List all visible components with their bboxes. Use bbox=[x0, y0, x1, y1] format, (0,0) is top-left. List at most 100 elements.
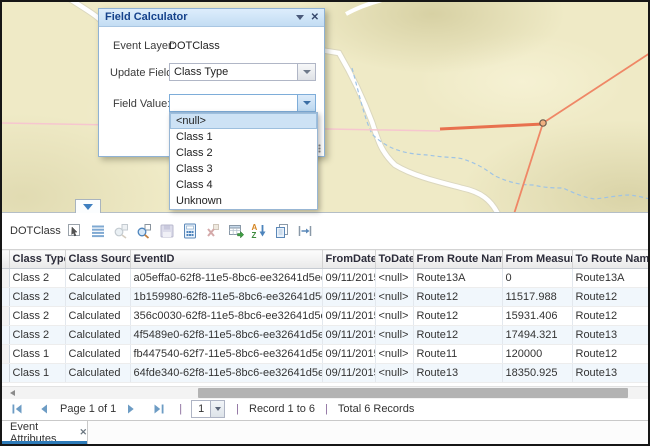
row-selector[interactable] bbox=[2, 364, 9, 383]
column-header-todate[interactable]: ToDate bbox=[375, 250, 413, 269]
table-cell[interactable]: 4f5489e0-62f8-11e5-8bc6-ee32641d5ec9 bbox=[130, 326, 322, 345]
row-selector[interactable] bbox=[2, 288, 9, 307]
table-cell[interactable]: Calculated bbox=[65, 269, 130, 288]
table-cell[interactable]: a05effa0-62f8-11e5-8bc6-ee32641d5ec9 bbox=[130, 269, 322, 288]
table-cell[interactable]: Route13A bbox=[413, 269, 502, 288]
field-calculator-icon[interactable] bbox=[182, 223, 198, 239]
append-data-icon[interactable] bbox=[228, 223, 244, 239]
table-cell[interactable]: 09/11/2015 bbox=[322, 307, 375, 326]
table-cell[interactable]: 356c0030-62f8-11e5-8bc6-ee32641d5ec9 bbox=[130, 307, 322, 326]
row-selector[interactable] bbox=[2, 307, 9, 326]
collapse-table-button[interactable] bbox=[75, 199, 101, 213]
column-header-from-measure[interactable]: From Measure bbox=[502, 250, 572, 269]
table-toolbar: DOTClass AZ bbox=[2, 212, 648, 249]
table-cell[interactable]: Route12 bbox=[572, 345, 648, 364]
fit-columns-icon[interactable] bbox=[297, 223, 313, 239]
table-cell[interactable]: Route13A bbox=[572, 269, 648, 288]
table-cell[interactable]: Route13 bbox=[572, 364, 648, 383]
dropdown-option-unknown[interactable]: Unknown bbox=[170, 193, 317, 209]
table-cell[interactable]: 09/11/2015 bbox=[322, 269, 375, 288]
table-cell[interactable]: Calculated bbox=[65, 307, 130, 326]
table-cell[interactable]: 09/11/2015 bbox=[322, 326, 375, 345]
sort-icon[interactable]: AZ bbox=[251, 223, 267, 239]
table-cell[interactable]: Class 1 bbox=[9, 364, 65, 383]
dialog-collapse-icon[interactable] bbox=[296, 15, 304, 20]
page-number-combobox[interactable]: 1 bbox=[191, 400, 225, 418]
table-cell[interactable]: Route12 bbox=[413, 288, 502, 307]
previous-page-button[interactable] bbox=[38, 403, 50, 415]
first-page-button[interactable] bbox=[11, 403, 23, 415]
field-value-combobox[interactable] bbox=[169, 94, 316, 112]
table-cell[interactable]: Route12 bbox=[413, 307, 502, 326]
table-cell[interactable]: 09/11/2015 bbox=[322, 345, 375, 364]
route-line-selected[interactable] bbox=[440, 124, 543, 129]
column-header-class-source[interactable]: Class Source bbox=[65, 250, 130, 269]
table-cell[interactable]: Class 2 bbox=[9, 288, 65, 307]
table-cell[interactable]: Route12 bbox=[572, 307, 648, 326]
route-line-northeast[interactable] bbox=[543, 53, 648, 123]
page-number-dropdown-button[interactable] bbox=[210, 401, 224, 417]
column-header-from-route-name[interactable]: From Route Name bbox=[413, 250, 502, 269]
dropdown-option-class-2[interactable]: Class 2 bbox=[170, 145, 317, 161]
table-cell[interactable]: <null> bbox=[375, 364, 413, 383]
scrollbar-thumb[interactable] bbox=[198, 388, 628, 398]
next-page-button[interactable] bbox=[125, 403, 137, 415]
route-line-south[interactable] bbox=[514, 123, 543, 212]
table-cell[interactable]: <null> bbox=[375, 307, 413, 326]
table-cell[interactable]: <null> bbox=[375, 326, 413, 345]
table-cell[interactable]: Route12 bbox=[572, 288, 648, 307]
column-header-eventid[interactable]: EventID bbox=[130, 250, 322, 269]
row-selector[interactable] bbox=[2, 326, 9, 345]
copy-rows-icon[interactable] bbox=[274, 223, 290, 239]
row-selector[interactable] bbox=[2, 345, 9, 364]
table-cell[interactable]: 11517.988 bbox=[502, 288, 572, 307]
table-cell[interactable]: Calculated bbox=[65, 326, 130, 345]
table-cell[interactable]: Route13 bbox=[572, 326, 648, 345]
last-page-button[interactable] bbox=[153, 403, 165, 415]
table-cell[interactable]: Class 2 bbox=[9, 307, 65, 326]
dropdown-option-class-1[interactable]: Class 1 bbox=[170, 129, 317, 145]
table-cell[interactable]: 0 bbox=[502, 269, 572, 288]
table-cell[interactable]: 64fde340-62f8-11e5-8bc6-ee32641d5ec9 bbox=[130, 364, 322, 383]
update-field-dropdown-button[interactable] bbox=[297, 64, 315, 80]
scroll-left-icon[interactable] bbox=[10, 390, 15, 396]
table-cell[interactable]: fb447540-62f7-11e5-8bc6-ee32641d5ec9 bbox=[130, 345, 322, 364]
table-cell[interactable]: <null> bbox=[375, 345, 413, 364]
dropdown-option-null[interactable]: <null> bbox=[170, 113, 317, 129]
table-cell[interactable]: Route11 bbox=[413, 345, 502, 364]
update-field-combobox[interactable]: Class Type bbox=[169, 63, 316, 81]
table-cell[interactable]: Route12 bbox=[413, 326, 502, 345]
table-cell[interactable]: Calculated bbox=[65, 288, 130, 307]
junction-marker[interactable] bbox=[540, 120, 546, 126]
table-cell[interactable]: Class 2 bbox=[9, 326, 65, 345]
table-cell[interactable]: 18350.925 bbox=[502, 364, 572, 383]
show-all-records-icon[interactable] bbox=[90, 223, 106, 239]
dropdown-option-class-3[interactable]: Class 3 bbox=[170, 161, 317, 177]
column-header-class-type[interactable]: Class Type bbox=[9, 250, 65, 269]
column-header-to-route-name[interactable]: To Route Name bbox=[572, 250, 648, 269]
magnifier-icon[interactable] bbox=[136, 223, 152, 239]
dropdown-option-class-4[interactable]: Class 4 bbox=[170, 177, 317, 193]
table-row: Class 2Calculateda05effa0-62f8-11e5-8bc6… bbox=[2, 269, 648, 288]
table-cell[interactable]: Calculated bbox=[65, 364, 130, 383]
dialog-titlebar[interactable]: Field Calculator ✕ bbox=[99, 9, 324, 27]
field-value-dropdown-button[interactable] bbox=[297, 95, 315, 111]
table-cell[interactable]: Route13 bbox=[413, 364, 502, 383]
table-cell[interactable]: 09/11/2015 bbox=[322, 288, 375, 307]
tab-event-attributes[interactable]: Event Attributes ✕ bbox=[2, 421, 88, 444]
table-cell[interactable]: Calculated bbox=[65, 345, 130, 364]
column-header-fromdate[interactable]: FromDate bbox=[322, 250, 375, 269]
table-cell[interactable]: <null> bbox=[375, 288, 413, 307]
select-features-icon[interactable] bbox=[67, 223, 83, 239]
table-cell[interactable]: Class 2 bbox=[9, 269, 65, 288]
table-cell[interactable]: 09/11/2015 bbox=[322, 364, 375, 383]
table-cell[interactable]: Class 1 bbox=[9, 345, 65, 364]
dialog-close-icon[interactable]: ✕ bbox=[311, 13, 319, 23]
table-cell[interactable]: 15931.406 bbox=[502, 307, 572, 326]
table-cell[interactable]: 17494.321 bbox=[502, 326, 572, 345]
table-cell[interactable]: <null> bbox=[375, 269, 413, 288]
tab-close-icon[interactable]: ✕ bbox=[79, 427, 87, 438]
table-cell[interactable]: 1b159980-62f8-11e5-8bc6-ee32641d5ec9 bbox=[130, 288, 322, 307]
table-cell[interactable]: 120000 bbox=[502, 345, 572, 364]
row-selector[interactable] bbox=[2, 269, 9, 288]
